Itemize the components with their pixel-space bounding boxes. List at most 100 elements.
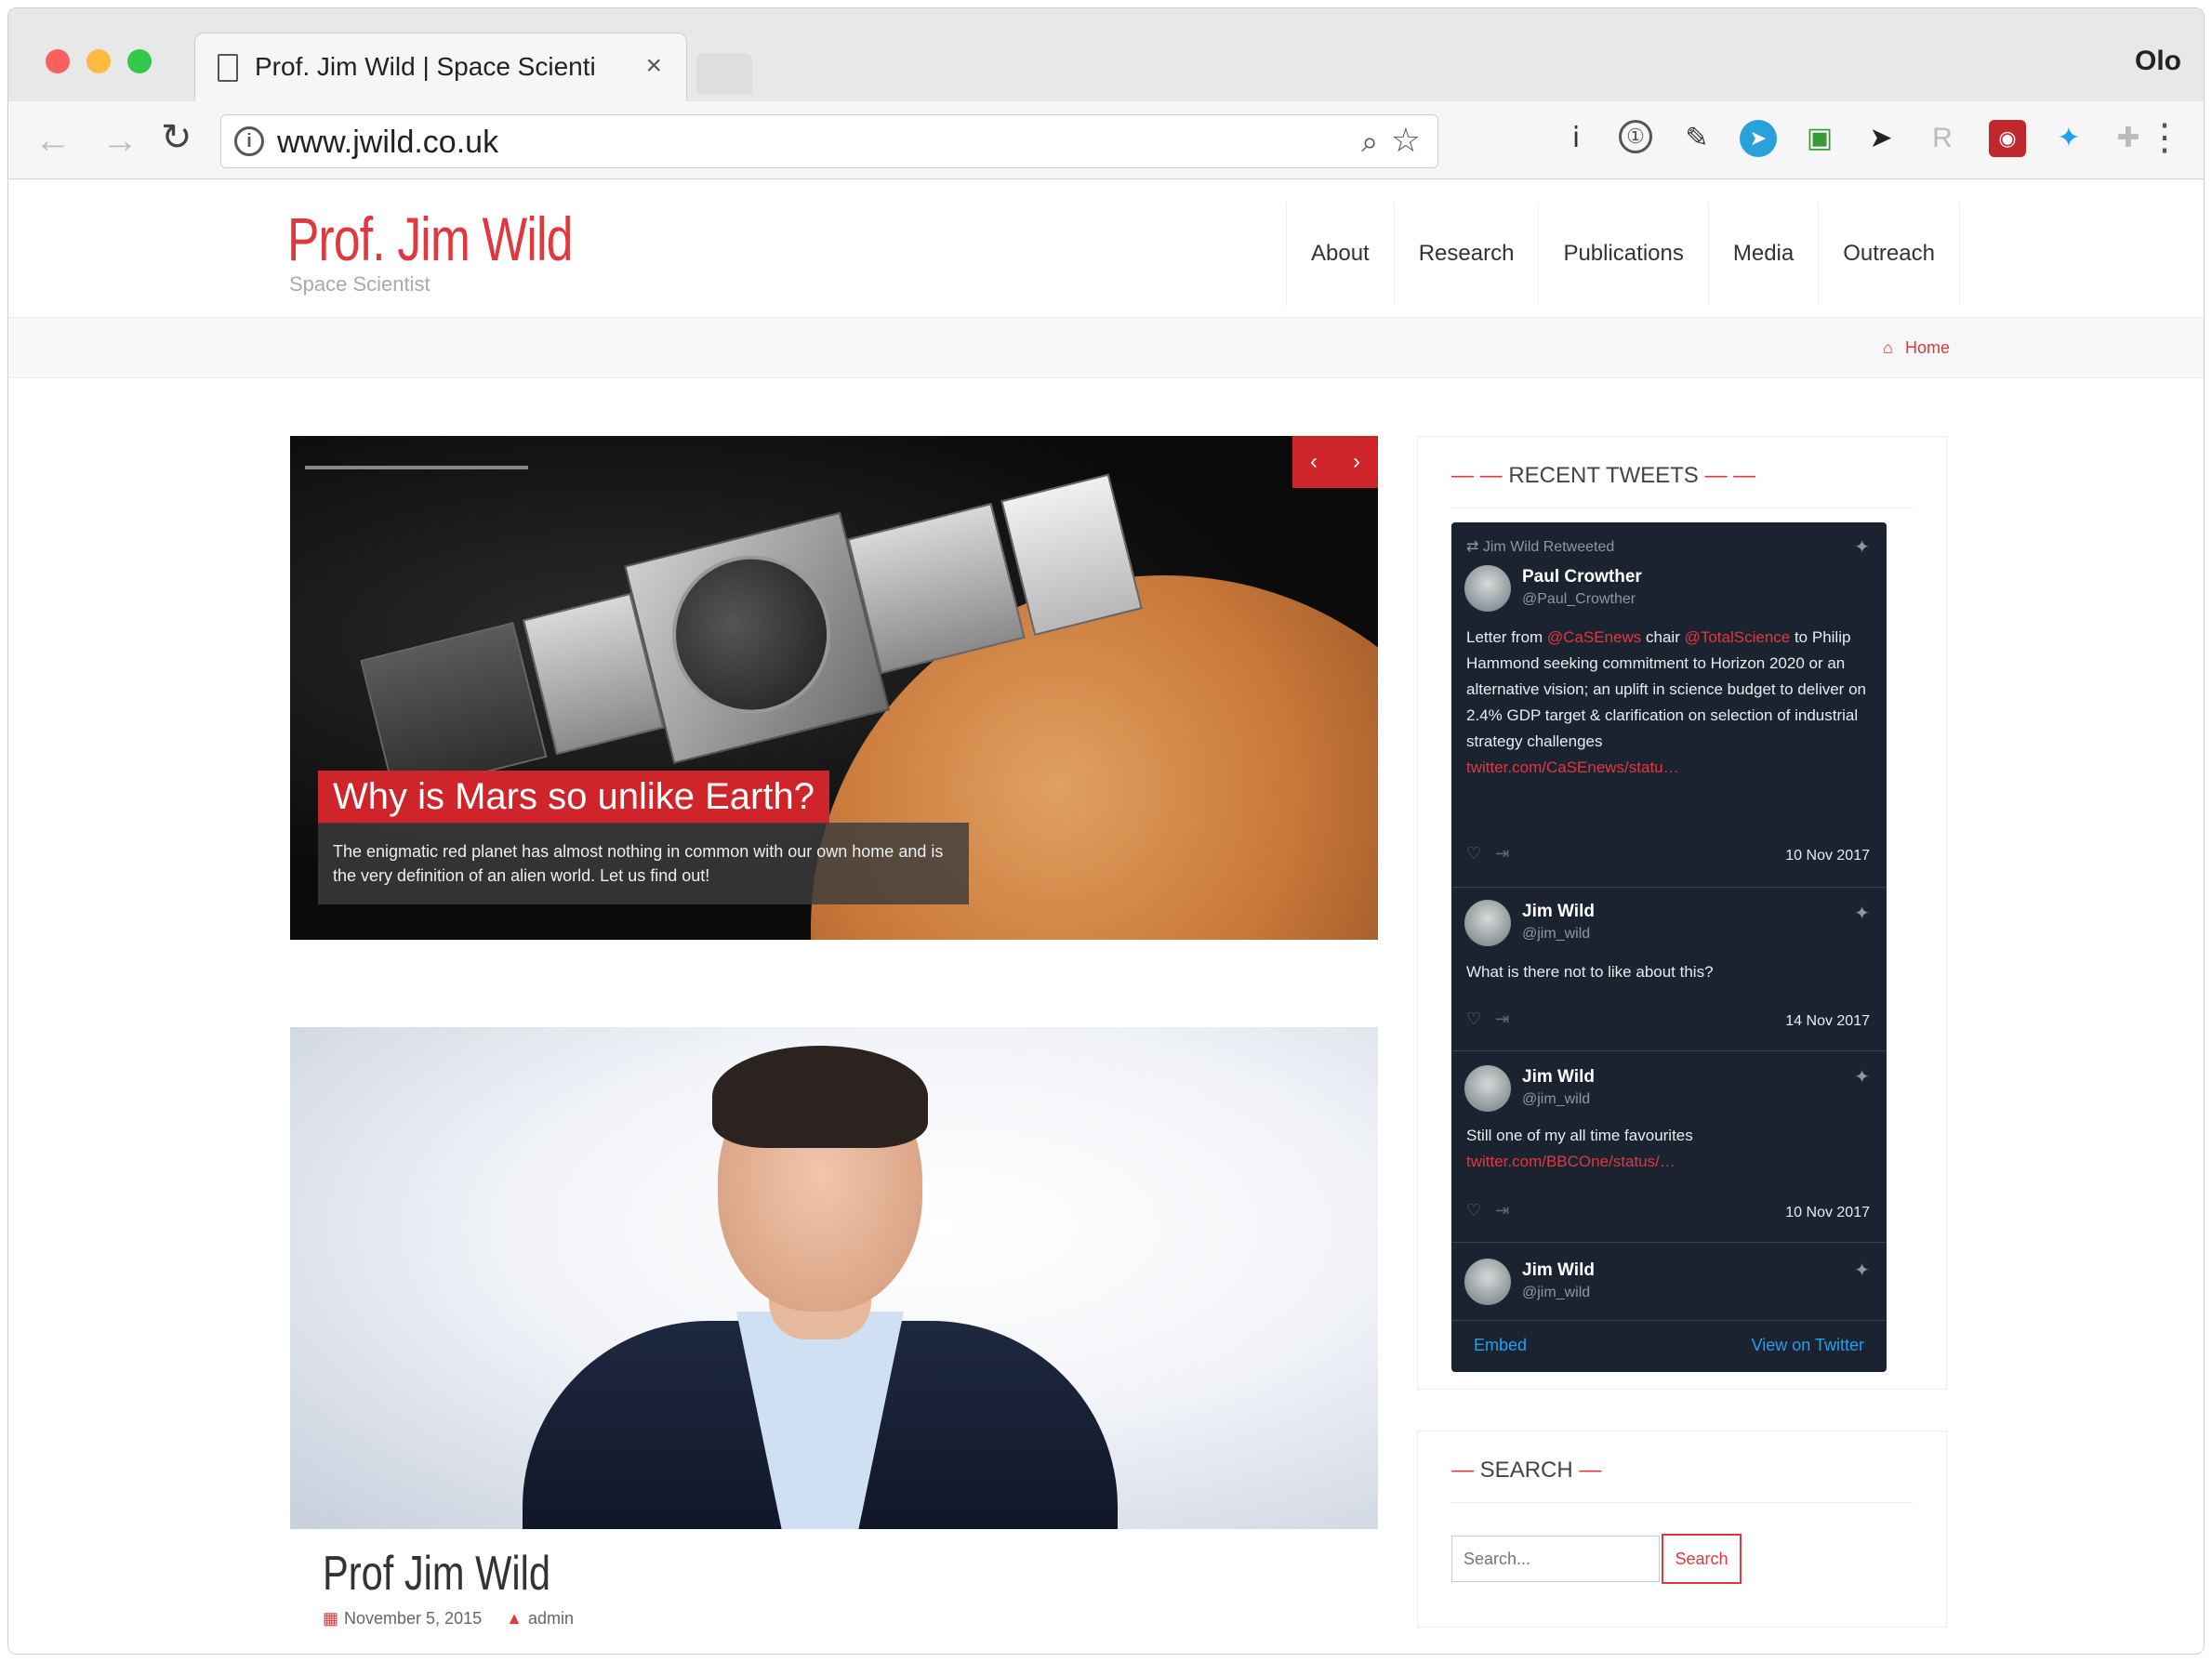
post-title[interactable]: Prof Jim Wild (323, 1546, 550, 1602)
lastpass-icon[interactable]: ◉ (1989, 120, 2026, 157)
widget-title: — — RECENT TWEETS — — (1451, 463, 1756, 488)
portrait-photo (523, 1042, 1118, 1529)
minimize-window-button[interactable] (86, 49, 111, 73)
site-header: Prof. Jim Wild Space Scientist About Res… (8, 179, 2204, 317)
tweet-text: What is there not to like about this? (1466, 963, 1714, 981)
browser-tab[interactable]: Prof. Jim Wild | Space Scienti × (194, 33, 687, 101)
info-extension-icon[interactable]: ⅰ (1557, 120, 1595, 157)
share-icon[interactable]: ⇥ (1495, 1009, 1509, 1028)
tweet-date[interactable]: 10 Nov 2017 (1785, 1205, 1870, 1221)
puzzle-extension-icon[interactable]: ✚ (2110, 120, 2147, 157)
tweet-author-handle[interactable]: @jim_wild (1522, 1285, 1590, 1301)
home-icon: ⌂ (1883, 338, 1893, 357)
slider-prev-icon[interactable]: ‹ (1310, 449, 1318, 475)
post-featured-image[interactable] (290, 1027, 1378, 1529)
arrow-extension-icon[interactable]: ➤ (1862, 120, 1900, 157)
breadcrumb-home[interactable]: Home (1905, 338, 1950, 358)
twitter-timeline[interactable]: ⇄ Jim Wild Retweeted ✦ Paul Crowther @Pa… (1451, 522, 1887, 1372)
back-arrow-icon[interactable]: ← (34, 120, 72, 162)
view-on-twitter-link[interactable]: View on Twitter (1752, 1336, 1864, 1355)
tweet-author-handle[interactable]: @jim_wild (1522, 926, 1590, 943)
bookmark-star-icon[interactable]: ☆ (1391, 121, 1421, 160)
avatar[interactable] (1464, 1259, 1511, 1305)
post-meta: ▦ November 5, 2015 ▲ admin (323, 1609, 574, 1629)
divider (1451, 887, 1887, 888)
site-title[interactable]: Prof. Jim Wild (287, 204, 573, 274)
widget-title: — SEARCH — (1451, 1458, 1602, 1483)
profile-name[interactable]: Olo (2135, 46, 2181, 77)
nav-item-research[interactable]: Research (1395, 202, 1540, 306)
reply-icon[interactable]: ♡ (1466, 1201, 1481, 1220)
telegram-icon[interactable]: ➤ (1740, 120, 1777, 157)
slide-caption-text: The enigmatic red planet has almost noth… (318, 823, 969, 904)
post-author[interactable]: admin (528, 1609, 574, 1628)
one-password-icon[interactable]: ① (1619, 120, 1652, 153)
browser-menu-icon[interactable]: ⋮ (2146, 116, 2183, 159)
tweet-date[interactable]: 14 Nov 2017 (1785, 1013, 1870, 1030)
slider-progress (305, 466, 528, 469)
twitter-bird-icon: ✦ (1854, 537, 1870, 558)
site-tagline: Space Scientist (289, 272, 430, 296)
reload-icon[interactable]: ↻ (161, 116, 192, 159)
browser-toolbar: ← → ↻ i www.jwild.co.uk ⌕ ☆ ⅰ ① ✎ ➤ ▣ ➤ … (8, 101, 2204, 179)
tweet-mention-link[interactable]: @TotalScience (1685, 628, 1791, 646)
featured-slider[interactable]: ‹ › Why is Mars so unlike Earth? The eni… (290, 436, 1378, 940)
search-widget: — SEARCH — Search (1417, 1431, 1947, 1628)
slider-next-icon[interactable]: › (1353, 449, 1360, 475)
tweet-author-name[interactable]: Jim Wild (1522, 902, 1595, 922)
divider (1451, 1050, 1887, 1051)
divider (1451, 1242, 1887, 1243)
tab-close-icon[interactable]: × (645, 50, 662, 82)
avatar[interactable] (1464, 565, 1511, 612)
user-icon: ▲ (506, 1609, 523, 1628)
tweet-actions: ♡ ⇥ (1466, 1201, 1509, 1220)
site-info-icon[interactable]: i (234, 126, 264, 156)
address-bar[interactable]: i www.jwild.co.uk ⌕ ☆ (220, 114, 1438, 168)
tweet-text: Letter from @CaSEnews chair @TotalScienc… (1466, 625, 1875, 781)
avatar[interactable] (1464, 1065, 1511, 1112)
tweet-author-handle[interactable]: @Paul_Crowther (1522, 591, 1636, 608)
twitter-bird-icon: ✦ (1854, 904, 1870, 924)
tweet-actions: ♡ ⇥ (1466, 844, 1509, 864)
twitter-extension-icon[interactable]: ✦ (2050, 120, 2087, 157)
reply-icon[interactable]: ♡ (1466, 844, 1481, 863)
url-text[interactable]: www.jwild.co.uk (277, 125, 498, 161)
share-icon[interactable]: ⇥ (1495, 844, 1509, 863)
retweet-label: ⇄ Jim Wild Retweeted (1466, 539, 1615, 555)
tweet-author-handle[interactable]: @jim_wild (1522, 1091, 1590, 1108)
evernote-icon[interactable]: ✎ (1678, 120, 1715, 157)
nav-item-media[interactable]: Media (1709, 202, 1820, 306)
tweet-mention-link[interactable]: @CaSEnews (1547, 628, 1641, 646)
tweet-author-name[interactable]: Paul Crowther (1522, 567, 1642, 587)
reply-icon[interactable]: ♡ (1466, 1009, 1481, 1028)
main-navigation: About Research Publications Media Outrea… (1286, 202, 1960, 306)
recent-tweets-title: RECENT TWEETS (1508, 463, 1699, 488)
slide-caption-title[interactable]: Why is Mars so unlike Earth? (318, 771, 829, 824)
close-window-button[interactable] (46, 49, 70, 73)
search-icon[interactable]: ⌕ (1361, 125, 1378, 160)
avatar[interactable] (1464, 900, 1511, 946)
maximize-window-button[interactable] (127, 49, 152, 73)
tweet-author-name[interactable]: Jim Wild (1522, 1260, 1595, 1281)
search-button[interactable]: Search (1662, 1534, 1742, 1584)
nav-item-publications[interactable]: Publications (1539, 202, 1709, 306)
nav-item-about[interactable]: About (1287, 202, 1395, 306)
r-extension-icon[interactable]: R (1924, 120, 1961, 157)
search-input[interactable] (1451, 1536, 1660, 1582)
new-tab-button[interactable] (696, 53, 752, 94)
post-date[interactable]: November 5, 2015 (344, 1609, 482, 1628)
twitter-bird-icon: ✦ (1854, 1260, 1870, 1281)
tweet-url-link[interactable]: twitter.com/CaSEnews/statu… (1466, 755, 1875, 781)
title-bar: Prof. Jim Wild | Space Scienti × Olo (8, 8, 2204, 101)
tweet-author-name[interactable]: Jim Wild (1522, 1067, 1595, 1088)
browser-window: Prof. Jim Wild | Space Scienti × Olo ← →… (7, 7, 2205, 1655)
slider-arrows: ‹ › (1292, 436, 1378, 488)
tab-title: Prof. Jim Wild | Space Scienti (255, 52, 596, 81)
tweet-date[interactable]: 10 Nov 2017 (1785, 848, 1870, 864)
pocket-icon[interactable]: ▣ (1801, 120, 1838, 157)
nav-item-outreach[interactable]: Outreach (1819, 202, 1959, 306)
forward-arrow-icon[interactable]: → (101, 120, 139, 162)
tweet-url-link[interactable]: twitter.com/BBCOne/status/… (1466, 1149, 1875, 1175)
share-icon[interactable]: ⇥ (1495, 1201, 1509, 1220)
embed-link[interactable]: Embed (1474, 1336, 1527, 1355)
